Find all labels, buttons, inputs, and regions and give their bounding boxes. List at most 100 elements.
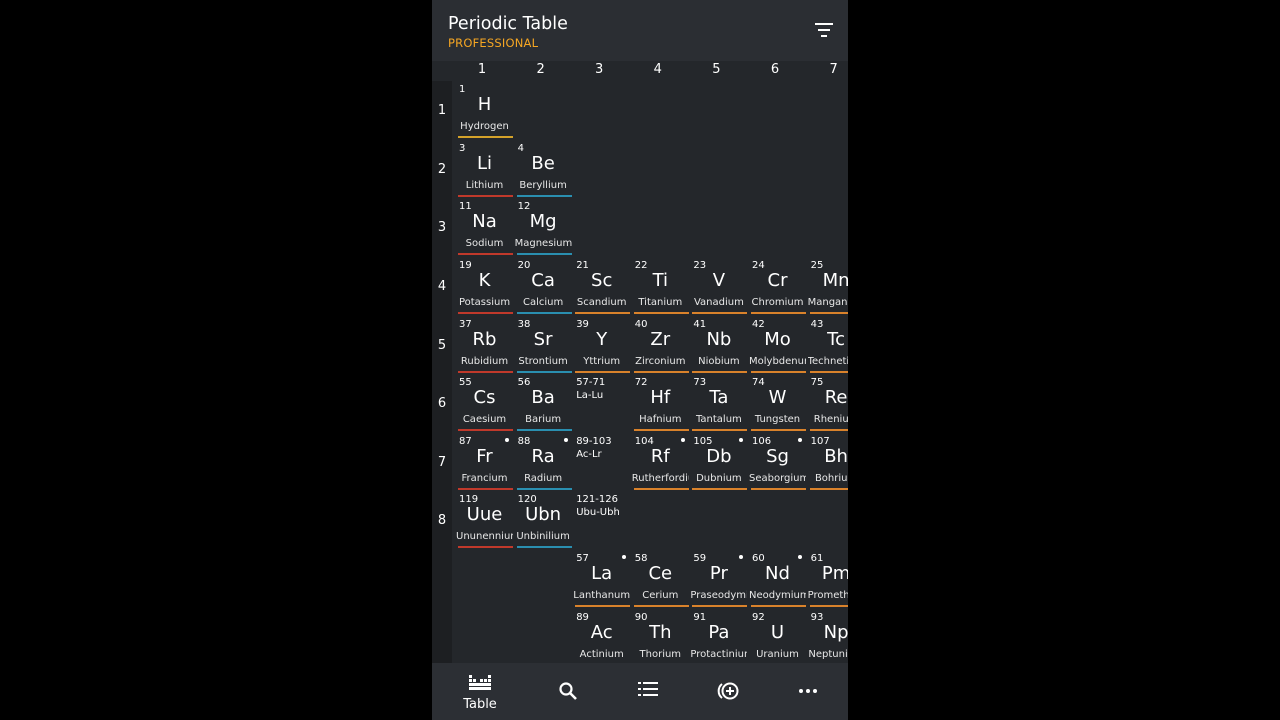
element-cell[interactable]: 57 La Lanthanum bbox=[573, 550, 631, 608]
category-underline bbox=[458, 253, 513, 255]
element-symbol: Db bbox=[706, 446, 732, 467]
element-symbol: Pm bbox=[821, 563, 848, 584]
nav-list-button[interactable] bbox=[613, 663, 683, 720]
element-symbol: Mn bbox=[822, 270, 848, 291]
element-cell[interactable]: 3 Li Lithium bbox=[456, 140, 513, 198]
element-cell[interactable]: 1 H Hydrogen bbox=[456, 81, 513, 139]
element-name: Barium bbox=[525, 414, 562, 425]
element-cell[interactable]: 11 Na Sodium bbox=[456, 198, 513, 256]
element-name: Niobium bbox=[698, 356, 740, 367]
category-underline bbox=[809, 312, 848, 314]
element-cell[interactable]: 22 Ti Titanium bbox=[632, 257, 689, 315]
element-cell[interactable]: 58 Ce Cerium bbox=[632, 550, 689, 608]
element-cell[interactable]: 38 Sr Strontium bbox=[515, 316, 572, 374]
nav-search-button[interactable] bbox=[533, 663, 603, 720]
category-underline bbox=[809, 371, 848, 373]
category-underline bbox=[809, 429, 848, 431]
element-symbol: Nd bbox=[765, 563, 790, 584]
element-cell[interactable]: 91 Pa Protactinium bbox=[690, 609, 747, 663]
element-cell[interactable]: 19 K Potassium bbox=[456, 257, 513, 315]
element-cell[interactable]: 40 Zr Zirconium bbox=[632, 316, 689, 374]
bottom-navigation: Table bbox=[432, 663, 848, 720]
element-cell[interactable]: 56 Ba Barium bbox=[515, 374, 572, 432]
row-number: 1 bbox=[437, 103, 447, 118]
element-cell[interactable]: 12 Mg Magnesium bbox=[515, 198, 572, 256]
element-name: Francium bbox=[461, 473, 508, 484]
row-number: 5 bbox=[437, 338, 447, 353]
element-cell[interactable]: 88 Ra Radium bbox=[515, 433, 572, 491]
element-symbol: Pr bbox=[709, 563, 728, 584]
element-cell[interactable]: 89 Ac Actinium bbox=[573, 609, 630, 663]
element-cell[interactable]: 106 Sg Seaborgium bbox=[749, 433, 806, 491]
element-cell[interactable]: 20 Ca Calcium bbox=[515, 257, 572, 315]
element-cell[interactable]: 43TcTechnetium bbox=[808, 316, 848, 374]
element-cell[interactable]: 4 Be Beryllium bbox=[515, 140, 572, 198]
element-cell[interactable]: 37 Rb Rubidium bbox=[456, 316, 513, 374]
element-symbol: Uue bbox=[466, 504, 503, 525]
element-cell[interactable]: 87 Fr Francium bbox=[456, 433, 513, 491]
category-underline bbox=[458, 312, 513, 314]
radioactive-dot-icon bbox=[505, 438, 509, 442]
nav-add-button[interactable] bbox=[693, 663, 763, 720]
element-cell[interactable]: 119UueUnunennium bbox=[456, 491, 513, 549]
element-cell[interactable]: 61PmPromethium bbox=[808, 550, 848, 608]
series-symbol-range: Ubu-Ubh bbox=[576, 507, 620, 518]
element-cell[interactable]: 24 Cr Chromium bbox=[749, 257, 806, 315]
nav-table-button[interactable]: Table bbox=[445, 663, 515, 720]
element-name: Calcium bbox=[522, 297, 564, 308]
series-reference-cell[interactable]: 57-71 La-Lu bbox=[573, 374, 630, 432]
element-cell[interactable]: 21 Sc Scandium bbox=[573, 257, 631, 315]
element-symbol: Rb bbox=[472, 329, 497, 350]
filter-icon bbox=[815, 23, 833, 37]
category-underline bbox=[751, 371, 806, 373]
column-number: 2 bbox=[536, 62, 545, 77]
element-name: Rubidium bbox=[460, 356, 509, 367]
element-cell[interactable]: 107BhBohrium bbox=[808, 433, 848, 491]
element-symbol: K bbox=[478, 270, 491, 291]
series-reference-cell[interactable]: 121-126 Ubu-Ubh bbox=[573, 491, 630, 549]
element-symbol: Ac bbox=[590, 622, 613, 643]
element-name: Bohrium bbox=[814, 473, 848, 484]
category-underline bbox=[516, 253, 572, 255]
element-cell[interactable]: 55 Cs Caesium bbox=[456, 374, 513, 432]
table-icon bbox=[469, 675, 491, 690]
element-cell[interactable]: 60 Nd Neodymium bbox=[749, 550, 806, 608]
element-name: Praseodymium bbox=[690, 590, 747, 601]
category-underline bbox=[751, 312, 806, 314]
element-cell[interactable]: 23 V Vanadium bbox=[690, 257, 748, 315]
column-number: 6 bbox=[770, 62, 780, 77]
element-symbol: Li bbox=[476, 153, 493, 174]
element-name: Thorium bbox=[639, 649, 682, 660]
category-underline bbox=[809, 605, 848, 607]
series-reference-cell[interactable]: 89-103 Ac-Lr bbox=[573, 433, 630, 491]
element-cell[interactable]: 90 Th Thorium bbox=[632, 609, 689, 663]
category-underline bbox=[692, 605, 748, 607]
category-underline bbox=[575, 371, 631, 373]
filter-button[interactable] bbox=[809, 18, 839, 44]
nav-more-button[interactable] bbox=[773, 663, 843, 720]
element-symbol: Sg bbox=[766, 446, 789, 467]
element-symbol: Re bbox=[824, 387, 848, 408]
element-cell[interactable]: 104RfRutherfordium bbox=[632, 433, 689, 491]
element-symbol: V bbox=[712, 270, 726, 291]
element-cell[interactable]: 25MnManganese bbox=[808, 257, 848, 315]
element-cell[interactable]: 93NpNeptunium bbox=[808, 609, 848, 663]
element-cell[interactable]: 74 W Tungsten bbox=[749, 374, 806, 432]
element-cell[interactable]: 59PrPraseodymium bbox=[690, 550, 748, 608]
element-symbol: Tc bbox=[827, 329, 846, 350]
element-cell[interactable]: 72 Hf Hafnium bbox=[632, 374, 689, 432]
periodic-table-grid[interactable]: 1234567 12345678 1 H Hydrogen 3 Li Lithium 4 Be… bbox=[432, 61, 848, 663]
element-cell[interactable]: 92 U Uranium bbox=[749, 609, 806, 663]
element-name: Potassium bbox=[458, 297, 511, 308]
element-cell[interactable]: 41 Nb Niobium bbox=[690, 316, 748, 374]
element-name: Ununennium bbox=[456, 531, 513, 542]
element-cell[interactable]: 120 Ubn Unbinilium bbox=[515, 491, 572, 549]
element-symbol: Ubn bbox=[525, 504, 562, 525]
element-cell[interactable]: 75ReRhenium bbox=[808, 374, 848, 432]
element-cell[interactable]: 105 Db Dubnium bbox=[690, 433, 748, 491]
element-cell[interactable]: 73 Ta Tantalum bbox=[690, 374, 748, 432]
category-underline bbox=[516, 312, 572, 314]
category-underline bbox=[575, 605, 631, 607]
element-cell[interactable]: 42MoMolybdenum bbox=[749, 316, 806, 374]
element-cell[interactable]: 39 Y Yttrium bbox=[573, 316, 631, 374]
